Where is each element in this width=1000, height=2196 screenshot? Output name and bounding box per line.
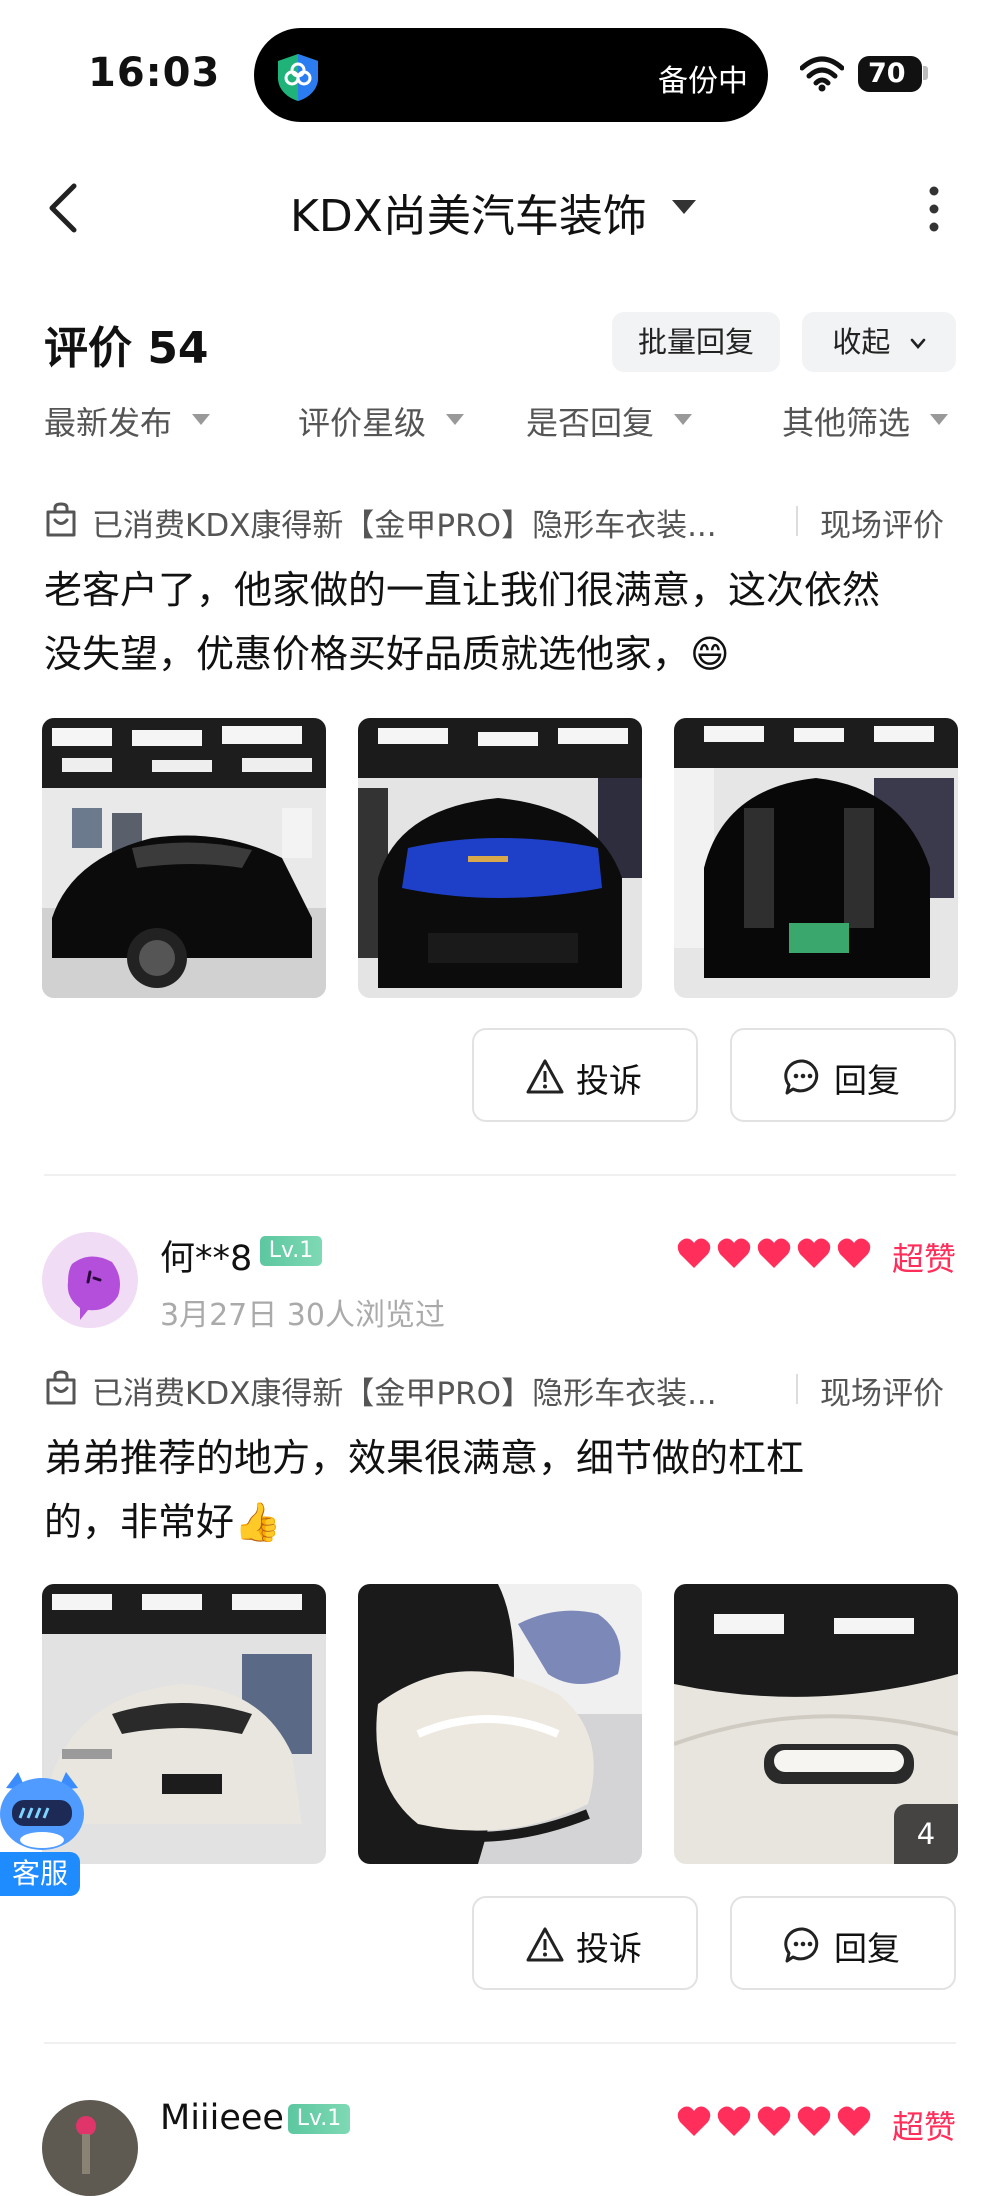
battery-cap bbox=[923, 66, 928, 80]
rating-text: 超赞 bbox=[892, 1240, 957, 1278]
customer-service-button[interactable]: 客服 bbox=[0, 1852, 80, 1896]
consumed-item[interactable]: 已消费KDX康得新【金甲PRO】隐形车衣装... bbox=[92, 500, 717, 545]
fold-button[interactable]: 收起 bbox=[802, 312, 956, 372]
photo-count-badge[interactable]: 4 bbox=[894, 1804, 958, 1864]
review-content: 老客户了，他家做的一直让我们很满意，这次依然没失望，优惠价格买好品质就选他家，😄 bbox=[44, 568, 881, 676]
shield-icon bbox=[278, 54, 318, 101]
separator bbox=[796, 1374, 798, 1404]
review-photo[interactable] bbox=[358, 1584, 642, 1864]
warning-icon bbox=[526, 1927, 564, 1962]
review-photo[interactable] bbox=[674, 718, 958, 998]
scene-tag: 现场评价 bbox=[820, 1376, 944, 1412]
separator bbox=[796, 506, 798, 536]
filter-star-rating[interactable]: 评价星级 bbox=[298, 398, 426, 444]
back-arrow-icon[interactable] bbox=[42, 180, 86, 236]
rating-hearts bbox=[677, 1238, 871, 1268]
review-photo[interactable] bbox=[358, 718, 642, 998]
battery-indicator: 70 bbox=[858, 56, 922, 92]
reviews-count-title: 评价 54 bbox=[44, 323, 209, 374]
filter-replied[interactable]: 是否回复 bbox=[526, 398, 654, 444]
review-content: 弟弟推荐的地方，效果很满意，细节做的杠杠的，非常好👍 bbox=[44, 1436, 805, 1544]
avatar[interactable] bbox=[42, 2100, 138, 2196]
filter-latest[interactable]: 最新发布 bbox=[44, 398, 172, 444]
review-photo[interactable]: 4 bbox=[674, 1584, 958, 1864]
shopping-bag-icon bbox=[46, 1370, 76, 1405]
complain-label: 投诉 bbox=[576, 1061, 642, 1100]
complain-label: 投诉 bbox=[576, 1929, 642, 1968]
divider bbox=[44, 1174, 956, 1176]
reply-label: 回复 bbox=[834, 1929, 900, 1968]
review-photo[interactable] bbox=[42, 718, 326, 998]
caret-down-icon bbox=[930, 414, 948, 425]
review-meta: 3月27日 30人浏览过 bbox=[160, 1298, 445, 1333]
backup-status-text: 备份中 bbox=[658, 64, 748, 99]
batch-reply-button[interactable]: 批量回复 bbox=[612, 312, 780, 372]
scene-tag: 现场评价 bbox=[820, 508, 944, 544]
reply-button[interactable]: 回复 bbox=[730, 1896, 956, 1990]
fold-label: 收起 bbox=[832, 325, 891, 359]
username[interactable]: Miiieee bbox=[160, 2098, 284, 2138]
caret-down-icon[interactable] bbox=[672, 200, 696, 214]
level-badge: Lv.1 bbox=[260, 1236, 322, 1266]
wifi-icon bbox=[800, 56, 844, 92]
complain-button[interactable]: 投诉 bbox=[472, 1028, 698, 1122]
consumed-item[interactable]: 已消费KDX康得新【金甲PRO】隐形车衣装... bbox=[92, 1368, 717, 1413]
status-time: 16:03 bbox=[88, 50, 221, 96]
username[interactable]: 何**8 bbox=[160, 1230, 252, 1281]
chat-bubble-icon bbox=[784, 1059, 819, 1095]
filter-other[interactable]: 其他筛选 bbox=[782, 398, 910, 444]
rating-hearts bbox=[677, 2106, 871, 2136]
divider bbox=[44, 2042, 956, 2044]
complain-button[interactable]: 投诉 bbox=[472, 1896, 698, 1990]
reply-button[interactable]: 回复 bbox=[730, 1028, 956, 1122]
reply-label: 回复 bbox=[834, 1061, 900, 1100]
warning-icon bbox=[526, 1059, 564, 1094]
store-title[interactable]: KDX尚美汽车装饰 bbox=[290, 180, 647, 244]
caret-down-icon bbox=[446, 414, 464, 425]
avatar[interactable] bbox=[42, 1232, 138, 1328]
chat-bubble-icon bbox=[784, 1927, 819, 1963]
caret-down-icon bbox=[192, 414, 210, 425]
rating-text: 超赞 bbox=[892, 2108, 957, 2146]
level-badge: Lv.1 bbox=[288, 2104, 350, 2134]
chevron-down-icon bbox=[910, 338, 925, 349]
shopping-bag-icon bbox=[46, 502, 76, 537]
more-vertical-icon[interactable] bbox=[924, 184, 944, 234]
robot-icon[interactable] bbox=[0, 1768, 88, 1854]
caret-down-icon bbox=[674, 414, 692, 425]
